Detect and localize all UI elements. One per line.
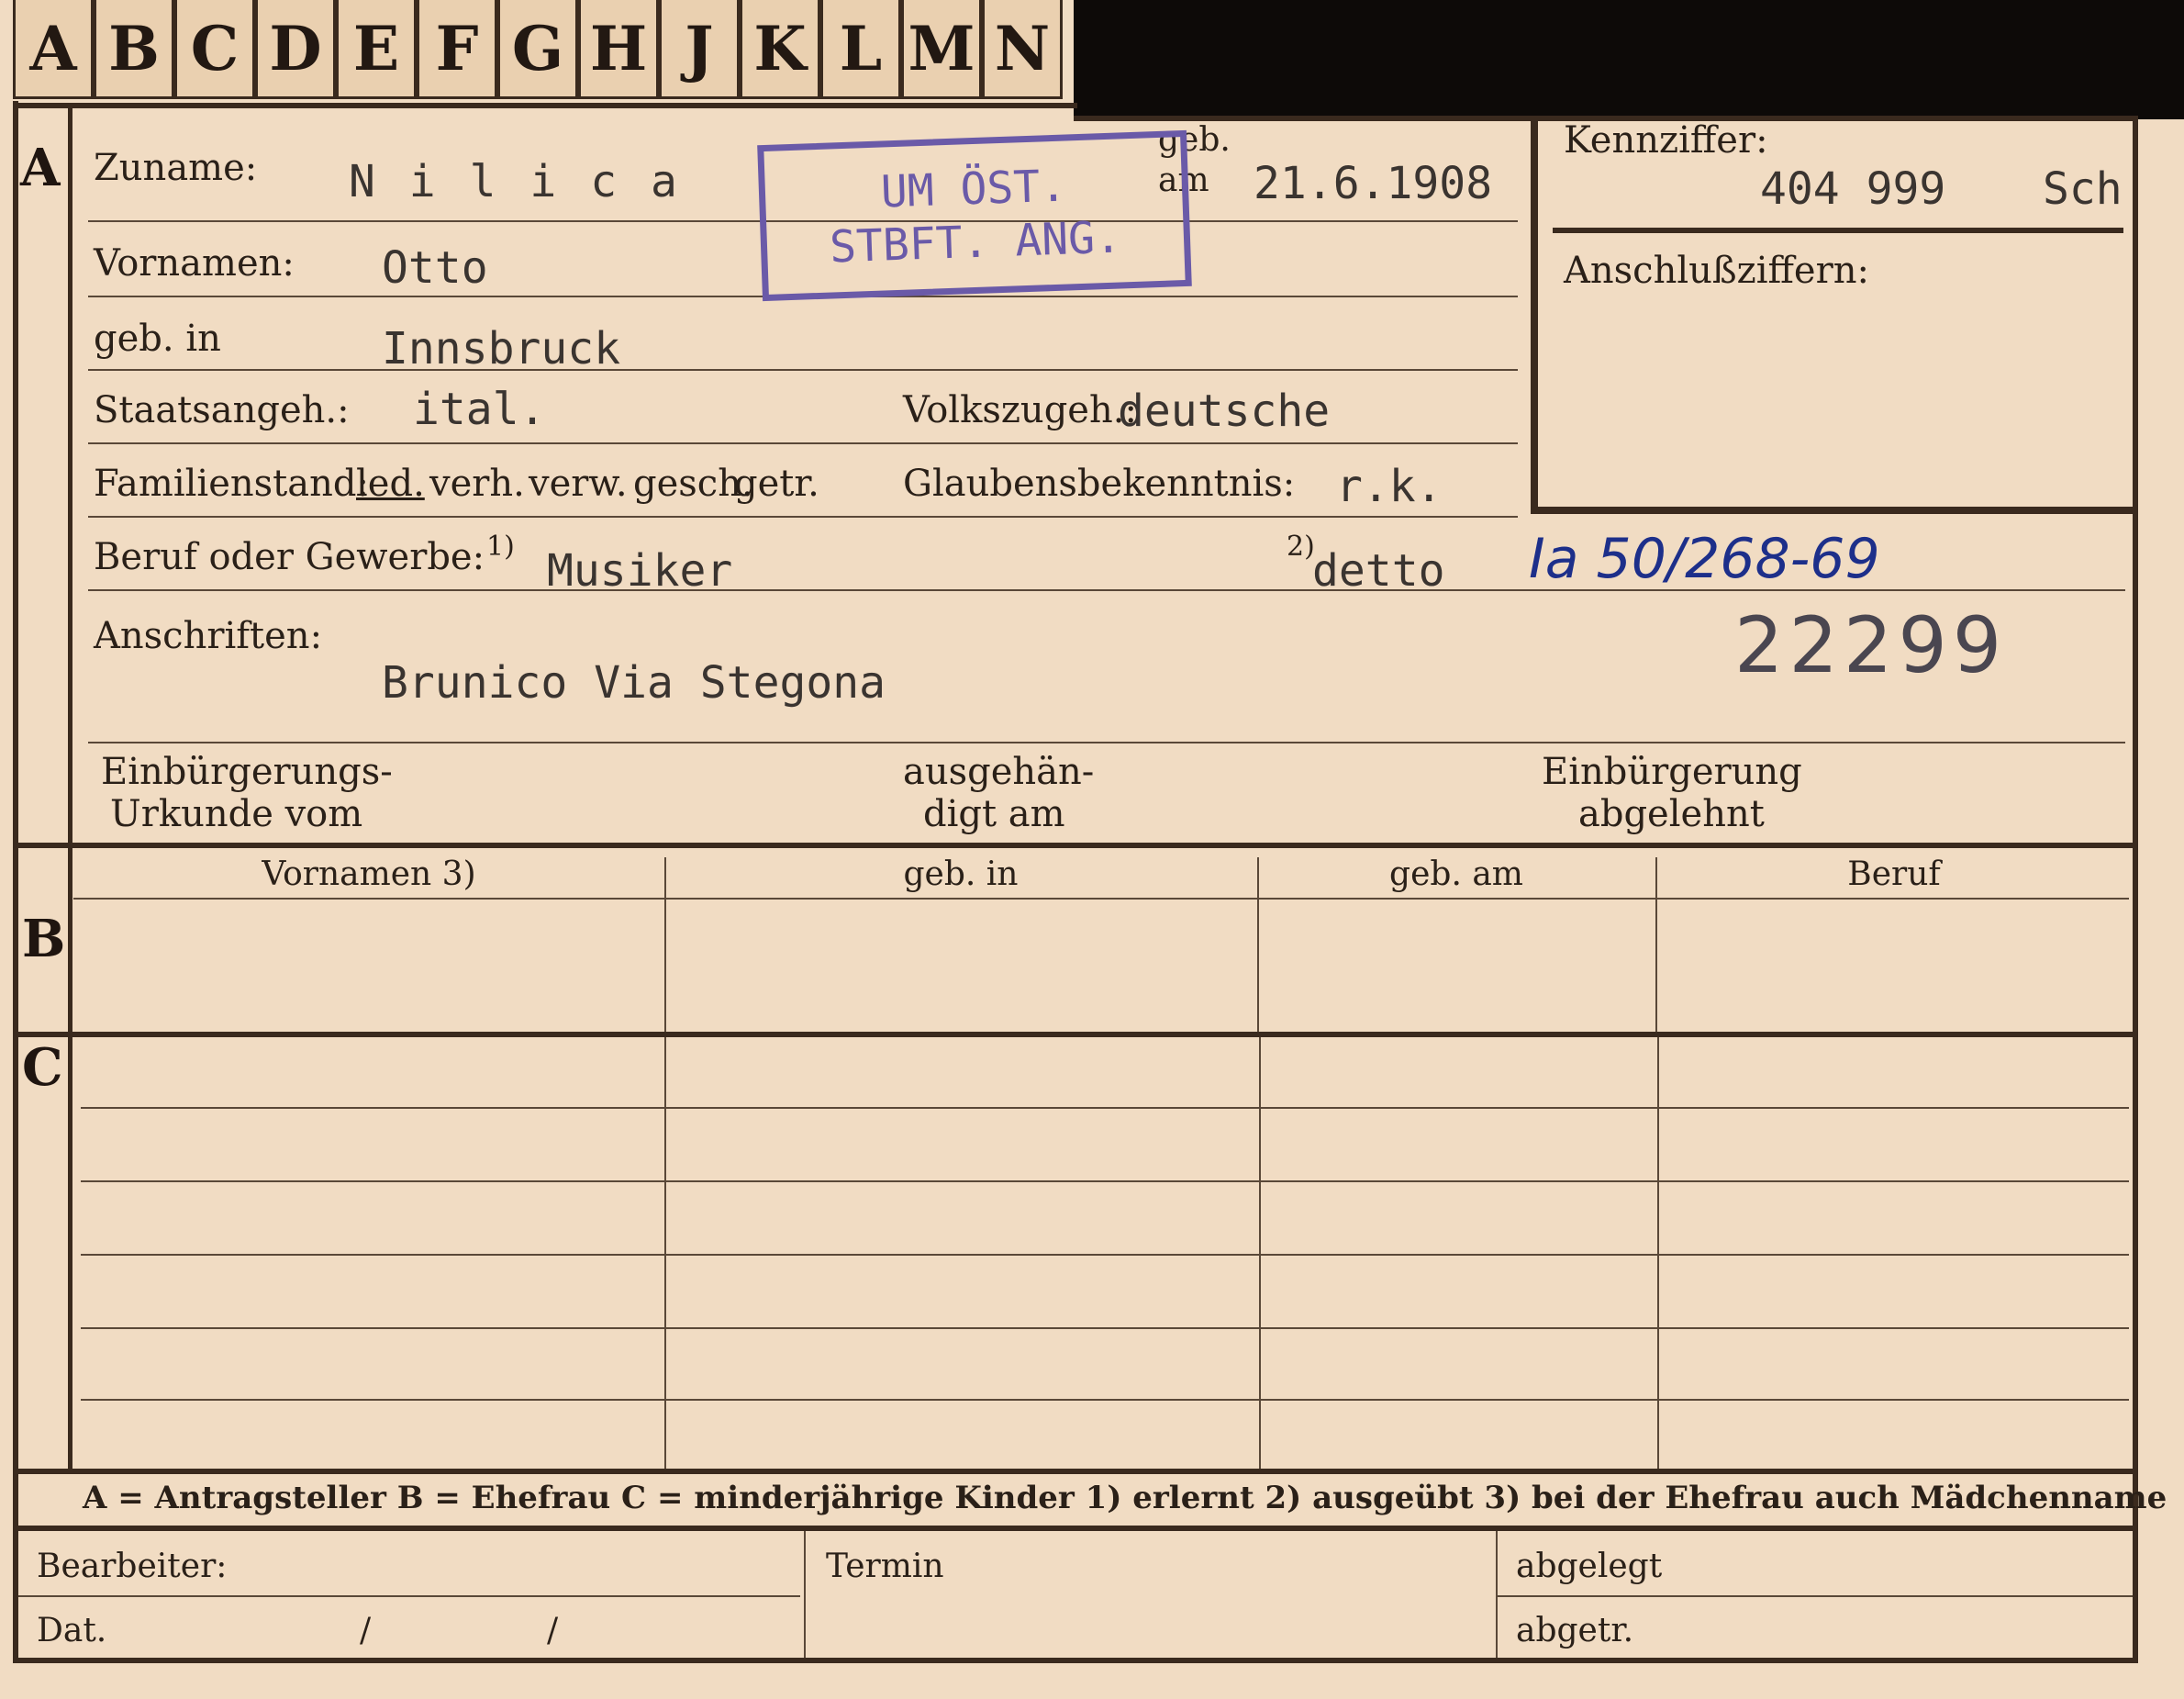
rule-familie [88,516,1518,518]
gebin-label: geb. in [94,318,221,360]
col-divider-1 [664,857,666,1032]
rule-c-3 [81,1254,2129,1256]
datum-slash-1: / [360,1612,372,1649]
volkszugehoerigkeit-value: deutsche [1118,386,1331,437]
index-tab-h[interactable]: H [578,0,659,99]
index-tab-n[interactable]: N [982,0,1063,99]
vornamen-label: Vornamen: [94,242,295,285]
zuname-value: N i l i c a [349,156,681,207]
col-c-divider-1 [664,1037,666,1469]
familienstand-option-getr: getr. [734,463,819,505]
rule-abgelegt [1498,1595,2133,1597]
index-tab-f[interactable]: F [417,0,497,99]
section-a-rule [68,108,72,843]
rule-staat [88,442,1518,444]
section-c-rule [68,1037,72,1469]
ausgehaendigt-label-1: ausgehän- [903,751,1095,793]
volkszugehoerigkeit-label: Volkszugeh.: [903,389,1137,431]
legend-text: A = Antragsteller B = Ehefrau C = minder… [83,1480,2167,1516]
index-tab-strip: A B C D E F G H J K L M N [13,0,1077,101]
column-header-vornamen: Vornamen 3) [262,855,476,893]
kennziffer-label: Kennziffer: [1564,119,1768,162]
col-divider-2 [1257,857,1259,1032]
frame-left [13,101,18,1661]
section-b-rule [68,848,72,1032]
geburtsdatum-value: 21.6.1908 [1254,158,1493,209]
col-c-divider-2 [1259,1037,1261,1469]
familienstand-label: Familienstand: [94,463,369,505]
index-tab-k[interactable]: K [740,0,820,99]
section-c-top-rule [13,1032,2138,1037]
rule-gebin [88,369,1518,371]
rule-bearbeiter [18,1595,800,1597]
legend-top-rule [13,1469,2138,1474]
section-a-marker: A [20,138,61,198]
index-tab-m[interactable]: M [901,0,982,99]
frame-bottom [13,1658,2138,1663]
anschriften-value: Brunico Via Stegona [382,657,886,709]
abgetragen-label: abgetr. [1516,1612,1634,1649]
column-header-gebin: geb. in [903,855,1019,893]
registration-card: A B C D E F G H J K L M N A Zuname: N i … [0,0,2184,1699]
anschriften-label: Anschriften: [94,615,323,657]
ausgehaendigt-label-2: digt am [923,793,1065,835]
footer-divider-1 [804,1531,806,1660]
rule-c-4 [81,1327,2129,1329]
beruf-note-1: 1) [486,531,515,563]
index-tab-l[interactable]: L [820,0,901,99]
rule-b-header [73,898,2129,900]
familienstand-option-led: led. [356,463,425,505]
office-stamp: UM ÖST. STBFT. ANG. [757,129,1192,302]
staatsangehoerigkeit-label: Staatsangeh.: [94,389,350,431]
col-c-divider-3 [1657,1037,1659,1469]
kennziffer-rule [1553,228,2123,233]
zuname-label: Zuname: [94,147,258,189]
beruf-label: Beruf oder Gewerbe: [94,536,485,578]
column-header-beruf: Beruf [1847,855,1941,893]
index-tab-e[interactable]: E [336,0,417,99]
index-tab-g[interactable]: G [497,0,578,99]
termin-label: Termin [826,1548,944,1585]
gebin-value: Innsbruck [382,323,621,374]
rule-anschrift [88,742,2125,743]
index-tab-j[interactable]: J [659,0,740,99]
einbuergerung-abgelehnt-label-2: abgelehnt [1578,793,1765,835]
kennziffer-suffix: Sch [2043,163,2123,215]
legend-bottom-rule [13,1526,2138,1531]
section-b-top-rule [13,843,2138,848]
background-black [1074,0,2184,119]
index-tab-a[interactable]: A [13,0,94,99]
familienstand-option-verh: verh. [429,463,525,505]
frame-top [13,103,1077,108]
index-tab-c[interactable]: C [174,0,255,99]
rule-c-2 [81,1180,2129,1182]
section-c-marker: C [22,1037,63,1098]
einbuergerung-urkunde-label-1: Einbürgerungs- [101,751,393,793]
kennziffer-value: 404 999 [1760,163,1946,215]
frame-right [2133,119,2138,1661]
handwritten-reference: Ia 50/268-69 [1529,527,1880,591]
vornamen-value: Otto [382,242,488,294]
einbuergerung-abgelehnt-label-1: Einbürgerung [1542,751,1802,793]
index-tab-d[interactable]: D [255,0,336,99]
datum-label: Dat. [37,1612,107,1649]
einbuergerung-urkunde-label-2: Urkunde vom [110,793,363,835]
familienstand-option-verw: verw. [529,463,628,505]
beruf-note-2: 2) [1287,531,1315,563]
anschlussziffern-label: Anschlußziffern: [1564,250,1869,292]
rule-c-5 [81,1399,2129,1401]
glaubensbekenntnis-label: Glaubensbekenntnis: [903,463,1296,505]
glaubensbekenntnis-value: r.k. [1336,461,1443,512]
abgelegt-label: abgelegt [1516,1548,1663,1585]
datum-slash-2: / [547,1612,559,1649]
col-divider-3 [1655,857,1657,1032]
bearbeiter-label: Bearbeiter: [37,1548,228,1585]
section-b-marker: B [22,909,66,969]
index-tab-b[interactable]: B [94,0,174,99]
column-header-gebam: geb. am [1389,855,1523,893]
staatsangehoerigkeit-value: ital. [413,384,546,435]
number-stamp: 22299 [1734,600,2008,690]
rule-c-1 [81,1107,2129,1109]
